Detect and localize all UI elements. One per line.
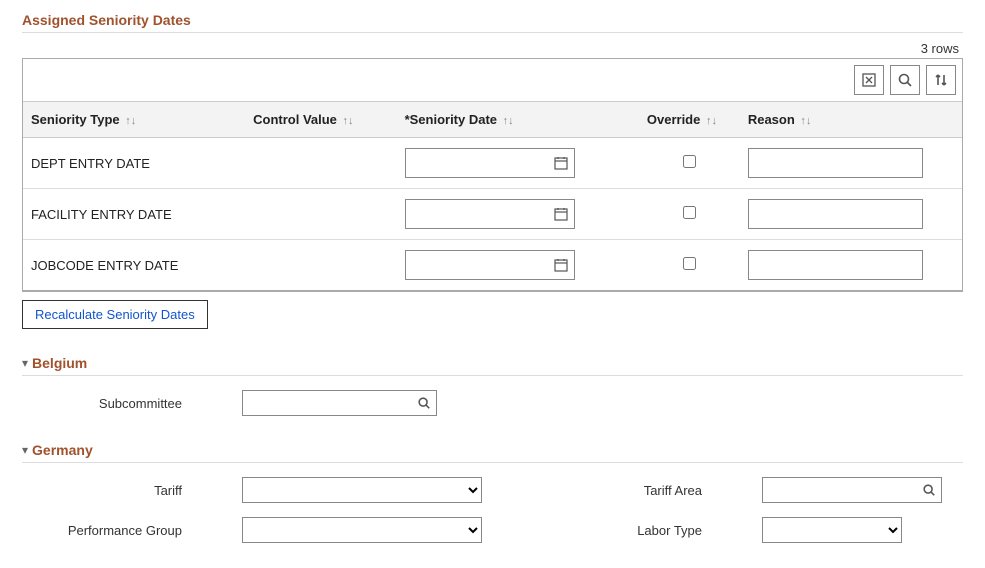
seniority-type-cell: DEPT ENTRY DATE [23, 138, 245, 189]
seniority-date-input[interactable] [406, 200, 549, 228]
seniority-date-cell [397, 240, 639, 291]
override-cell [639, 138, 740, 189]
recalculate-seniority-button[interactable]: Recalculate Seniority Dates [22, 300, 208, 329]
calendar-icon [553, 206, 569, 222]
col-header-label: Override [647, 112, 700, 127]
table-row: JOBCODE ENTRY DATE [23, 240, 962, 291]
seniority-date-cell [397, 189, 639, 240]
table-row: FACILITY ENTRY DATE [23, 189, 962, 240]
grid-toolbar [23, 59, 962, 102]
performance-group-select[interactable] [242, 517, 482, 543]
seniority-type-cell: FACILITY ENTRY DATE [23, 189, 245, 240]
table-row: DEPT ENTRY DATE [23, 138, 962, 189]
sort-arrows-icon: ↑↓ [706, 115, 717, 127]
reason-input[interactable] [748, 148, 923, 178]
calendar-icon [553, 257, 569, 273]
tariff-area-lookup-button[interactable] [917, 478, 941, 502]
reason-cell [740, 240, 962, 291]
tariff-area-input[interactable] [763, 478, 917, 502]
sort-arrows-icon: ↑↓ [503, 115, 514, 127]
germany-header[interactable]: ▾ Germany [22, 442, 963, 463]
reason-input[interactable] [748, 250, 923, 280]
sort-arrows-icon: ↑↓ [800, 115, 811, 127]
find-button[interactable] [890, 65, 920, 95]
germany-section: ▾ Germany Tariff Tariff Area [22, 442, 963, 543]
override-checkbox[interactable] [683, 206, 696, 219]
override-cell [639, 189, 740, 240]
reason-cell [740, 189, 962, 240]
germany-form: Tariff Tariff Area Perf [22, 463, 963, 543]
tariff-area-field [762, 477, 942, 503]
belgium-header[interactable]: ▾ Belgium [22, 355, 963, 376]
seniority-date-field [405, 148, 575, 178]
col-header-label: Seniority Type [31, 112, 120, 127]
sort-button[interactable] [926, 65, 956, 95]
tariff-select[interactable] [242, 477, 482, 503]
col-header-seniority-type[interactable]: Seniority Type ↑↓ [23, 102, 245, 138]
col-header-control-value[interactable]: Control Value ↑↓ [245, 102, 396, 138]
sort-arrows-icon: ↑↓ [343, 115, 354, 127]
override-checkbox[interactable] [683, 257, 696, 270]
sort-arrows-icon: ↑↓ [125, 115, 136, 127]
performance-group-label: Performance Group [22, 523, 182, 538]
personalize-button[interactable] [854, 65, 884, 95]
belgium-form: Subcommittee [22, 376, 963, 416]
col-header-seniority-date[interactable]: *Seniority Date ↑↓ [397, 102, 639, 138]
rows-count: 3 rows [22, 39, 963, 58]
seniority-type-cell: JOBCODE ENTRY DATE [23, 240, 245, 291]
col-header-reason[interactable]: Reason ↑↓ [740, 102, 962, 138]
col-header-override[interactable]: Override ↑↓ [639, 102, 740, 138]
calendar-button[interactable] [548, 251, 573, 279]
belgium-section: ▾ Belgium Subcommittee [22, 355, 963, 416]
reason-input[interactable] [748, 199, 923, 229]
override-cell [639, 240, 740, 291]
control-value-cell [245, 240, 396, 291]
seniority-date-field [405, 199, 575, 229]
subcommittee-lookup-button[interactable] [412, 391, 436, 415]
chevron-down-icon: ▾ [22, 356, 28, 370]
col-header-label: Control Value [253, 112, 337, 127]
reason-cell [740, 138, 962, 189]
tariff-area-label: Tariff Area [542, 483, 702, 498]
seniority-table: Seniority Type ↑↓ Control Value ↑↓ *Seni… [23, 102, 962, 291]
subcommittee-input[interactable] [243, 391, 412, 415]
col-header-label: Reason [748, 112, 795, 127]
subcommittee-field [242, 390, 437, 416]
seniority-date-field [405, 250, 575, 280]
control-value-cell [245, 138, 396, 189]
sort-icon [933, 72, 949, 88]
seniority-date-input[interactable] [406, 149, 549, 177]
override-checkbox[interactable] [683, 155, 696, 168]
belgium-title: Belgium [32, 355, 87, 371]
seniority-date-input[interactable] [406, 251, 549, 279]
search-icon [897, 72, 913, 88]
subcommittee-label: Subcommittee [22, 396, 182, 411]
tariff-label: Tariff [22, 483, 182, 498]
calendar-button[interactable] [548, 200, 573, 228]
seniority-grid: Seniority Type ↑↓ Control Value ↑↓ *Seni… [22, 58, 963, 292]
calendar-button[interactable] [548, 149, 573, 177]
seniority-date-cell [397, 138, 639, 189]
germany-title: Germany [32, 442, 93, 458]
chevron-down-icon: ▾ [22, 443, 28, 457]
search-icon [417, 396, 431, 410]
search-icon [922, 483, 936, 497]
personalize-icon [861, 72, 877, 88]
col-header-label: *Seniority Date [405, 112, 497, 127]
control-value-cell [245, 189, 396, 240]
labor-type-label: Labor Type [542, 523, 702, 538]
section-title: Assigned Seniority Dates [22, 12, 963, 33]
calendar-icon [553, 155, 569, 171]
labor-type-select[interactable] [762, 517, 902, 543]
